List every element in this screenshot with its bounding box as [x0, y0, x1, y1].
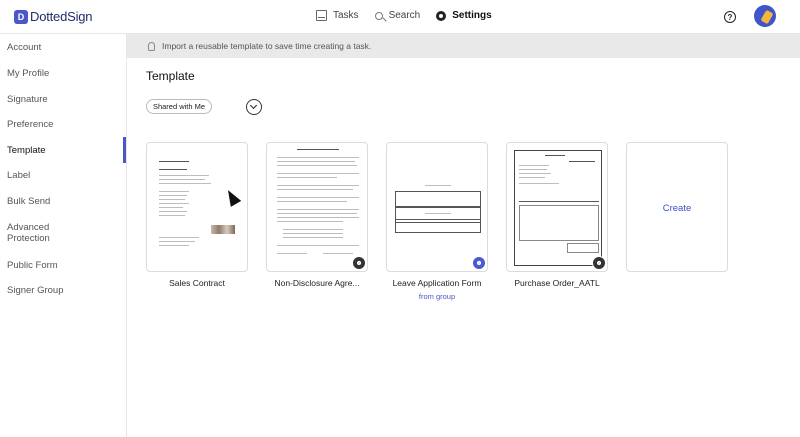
nav-settings-label: Settings	[452, 10, 492, 21]
doc-preview-line	[545, 155, 565, 157]
doc-preview-line	[277, 185, 359, 187]
template-source: from group	[418, 292, 456, 301]
help-icon[interactable]: ?	[724, 11, 736, 23]
template-name: Non-Disclosure Agre...	[274, 278, 360, 288]
sidebar: Account My Profile Signature Preference …	[0, 34, 127, 437]
sidebar-item-public-form[interactable]: Public Form	[7, 260, 58, 271]
doc-preview-line	[277, 173, 359, 175]
doc-preview-line	[159, 203, 189, 205]
sidebar-item-signature[interactable]: Signature	[7, 94, 48, 105]
doc-preview-line	[159, 199, 185, 201]
template-card-leave-application[interactable]: ☻	[386, 142, 488, 272]
doc-preview-line	[283, 229, 343, 231]
doc-preview-line	[519, 201, 599, 203]
sidebar-item-signer-group[interactable]: Signer Group	[7, 285, 64, 296]
doc-preview-line	[283, 237, 343, 239]
sidebar-item-account[interactable]: Account	[7, 42, 41, 53]
doc-preview-line	[297, 149, 339, 151]
doc-preview-line	[159, 183, 211, 185]
template-card-purchase-order[interactable]: ☻	[506, 142, 608, 272]
page-title: Template	[146, 69, 195, 83]
form-preview-box	[395, 219, 481, 233]
create-template-card[interactable]: Create	[626, 142, 728, 272]
main-nav: Tasks Search Settings	[316, 10, 492, 21]
doc-preview-line	[277, 217, 359, 219]
sidebar-item-template[interactable]: Template	[7, 145, 46, 156]
form-preview-box	[567, 243, 599, 253]
doc-preview-line	[519, 173, 551, 175]
form-preview-box	[519, 205, 599, 241]
sidebar-item-preference[interactable]: Preference	[7, 119, 53, 130]
doc-preview-line	[569, 161, 595, 163]
doc-preview-line	[159, 245, 189, 247]
doc-preview-line	[277, 253, 307, 255]
sidebar-item-advanced-protection[interactable]: Advanced Protection	[7, 222, 77, 244]
doc-preview-line	[159, 237, 199, 239]
nav-search-label: Search	[388, 10, 421, 21]
doc-preview-line	[159, 161, 189, 163]
doc-preview-line	[277, 165, 357, 167]
doc-preview-line	[277, 221, 343, 223]
doc-preview-line	[159, 169, 187, 171]
doc-preview-line	[277, 197, 359, 199]
doc-preview-line	[323, 253, 353, 255]
doc-preview-line	[283, 233, 343, 235]
logo-text: DottedSign	[30, 9, 93, 24]
search-icon	[374, 11, 383, 20]
doc-preview-line	[519, 165, 549, 167]
top-bar: D DottedSign Tasks Search Settings ?	[0, 0, 800, 34]
doc-preview-line	[159, 179, 205, 181]
avatar[interactable]	[754, 5, 776, 27]
doc-preview-line	[159, 195, 187, 197]
template-card-sales-contract[interactable]	[146, 142, 248, 272]
doc-preview-line	[159, 175, 209, 177]
logo-icon: D	[14, 9, 28, 24]
doc-preview-line	[519, 183, 559, 185]
doc-preview-line	[519, 177, 545, 179]
doc-preview-line	[277, 245, 359, 247]
form-preview-box	[395, 191, 481, 207]
doc-preview-line	[159, 215, 185, 217]
chevron-down-icon[interactable]	[246, 99, 262, 115]
template-name: Leave Application Form	[392, 278, 482, 288]
doc-preview-line	[159, 241, 195, 243]
shared-user-icon: ☻	[592, 256, 606, 270]
doc-preview-line	[277, 161, 355, 163]
app-logo[interactable]: D DottedSign	[14, 9, 93, 24]
doc-preview-line	[277, 177, 337, 179]
nav-settings[interactable]: Settings	[436, 10, 492, 21]
doc-preview-line	[159, 207, 183, 209]
doc-preview-line	[277, 209, 359, 211]
nav-tasks-label: Tasks	[333, 10, 359, 21]
banner-text: Import a reusable template to save time …	[162, 41, 372, 51]
template-name: Sales Contract	[169, 278, 225, 288]
filter-chip[interactable]: Shared with Me	[146, 99, 212, 114]
doc-preview-line	[277, 157, 359, 159]
doc-preview-line	[425, 185, 451, 187]
doc-preview-line	[277, 213, 357, 215]
doc-preview-line	[425, 213, 451, 215]
doc-preview-line	[277, 201, 347, 203]
nav-tasks[interactable]: Tasks	[316, 10, 359, 21]
template-name: Purchase Order_AATL	[514, 278, 600, 288]
info-banner: Import a reusable template to save time …	[127, 34, 800, 58]
gear-icon	[436, 10, 447, 21]
active-indicator	[123, 137, 126, 163]
nav-search[interactable]: Search	[374, 10, 421, 21]
lightbulb-icon	[148, 41, 155, 51]
group-icon: ☻	[472, 256, 486, 270]
sidebar-item-bulk-send[interactable]: Bulk Send	[7, 196, 50, 207]
shared-user-icon: ☻	[352, 256, 366, 270]
doc-preview-line	[159, 191, 189, 193]
doc-preview-line	[159, 211, 187, 213]
sidebar-item-label[interactable]: Label	[7, 170, 30, 181]
doc-preview-photos	[211, 225, 235, 234]
doc-preview-line	[519, 169, 547, 171]
inbox-icon	[316, 10, 327, 21]
sidebar-item-my-profile[interactable]: My Profile	[7, 68, 49, 79]
template-card-nda[interactable]: ☻	[266, 142, 368, 272]
create-label: Create	[662, 203, 692, 214]
doc-preview-line	[277, 189, 353, 191]
